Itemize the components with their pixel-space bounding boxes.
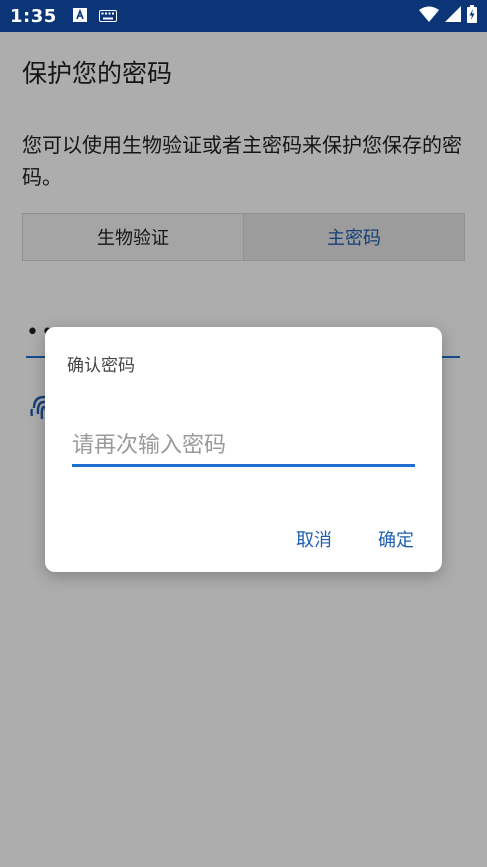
cell-signal-icon: [445, 6, 461, 26]
battery-charging-icon: [467, 5, 477, 27]
confirm-button[interactable]: 确定: [372, 522, 420, 556]
status-bar: 1:35: [0, 0, 487, 32]
cancel-button[interactable]: 取消: [290, 522, 338, 556]
status-time: 1:35: [10, 5, 57, 27]
status-system-icons: [419, 5, 477, 27]
wifi-icon: [419, 6, 439, 26]
dialog-actions: 取消 确定: [290, 522, 420, 556]
confirm-password-dialog: 确认密码 取消 确定: [45, 327, 442, 572]
keyboard-icon: [98, 7, 117, 26]
dialog-title: 确认密码: [67, 356, 135, 376]
status-notification-icons: [72, 7, 117, 26]
confirm-password-input[interactable]: [72, 427, 415, 467]
font-a-icon: [72, 7, 87, 26]
